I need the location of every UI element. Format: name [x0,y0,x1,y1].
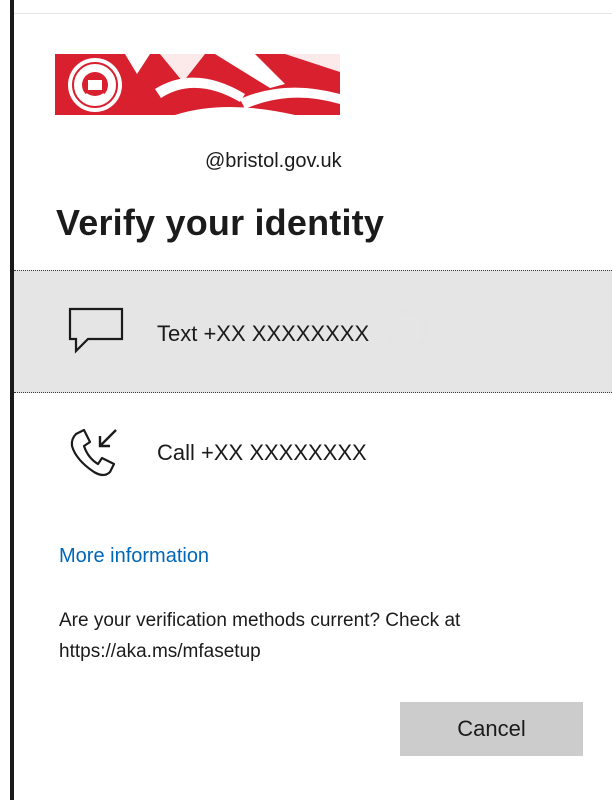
verification-notice: Are your verification methods current? C… [59,610,461,662]
redaction-clip [386,436,426,468]
cancel-button[interactable]: Cancel [400,702,583,756]
verify-method-call-label: Call +XX XXXXXXXX [157,440,367,465]
verify-method-call[interactable]: Call +XX XXXXXXXX [14,400,612,510]
bristol-city-council-logo [55,54,340,115]
page-title: Verify your identity [56,202,385,243]
sms-chat-icon [66,305,126,361]
account-email: @bristol.gov.uk [205,150,342,172]
verify-method-text-label: Text +XX XXXXXXXX [157,321,370,346]
phone-call-icon [66,426,126,482]
verify-method-text[interactable]: Text +XX XXXXXXXX [14,270,612,393]
redaction-blur [392,316,422,344]
top-divider [14,13,612,14]
more-information-link[interactable]: More information [59,545,209,568]
